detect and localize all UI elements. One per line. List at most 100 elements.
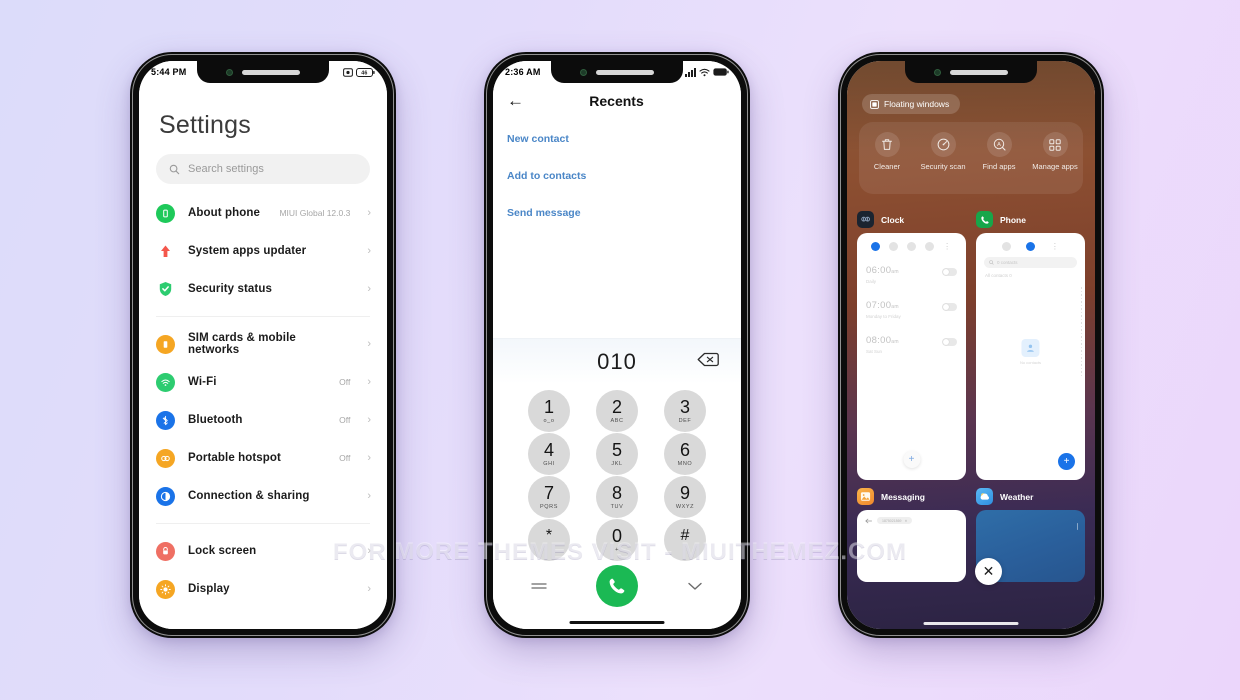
dialpad-key-8[interactable]: 8 TUV bbox=[596, 476, 638, 518]
contact-placeholder-icon bbox=[1021, 338, 1040, 357]
action-send-message[interactable]: Send message bbox=[507, 199, 727, 236]
notch bbox=[905, 61, 1037, 83]
close-all-button[interactable]: ✕ bbox=[975, 558, 1002, 585]
recent-card-clock[interactable]: Clock ⋮ 06:00am Daily 07:00am Monday to … bbox=[857, 211, 966, 480]
settings-row-display[interactable]: Display › bbox=[139, 570, 387, 608]
alarm-time: 07:00am bbox=[866, 300, 899, 311]
dialed-number-bar: 010 bbox=[493, 338, 741, 384]
messaging-app-icon bbox=[857, 488, 874, 505]
alphabet-index[interactable] bbox=[1080, 287, 1082, 377]
dialpad-key-2[interactable]: 2 ABC bbox=[596, 390, 638, 432]
card-preview-messaging[interactable]: 1875021869 ✕ bbox=[857, 510, 966, 582]
key-digit: 9 bbox=[679, 483, 690, 503]
settings-row-bluetooth[interactable]: Bluetooth Off › bbox=[139, 401, 387, 439]
add-contact-button[interactable]: + bbox=[1058, 453, 1075, 470]
tool-find-apps[interactable]: A Find apps bbox=[971, 132, 1027, 171]
dialer-actions: New contact Add to contacts Send message bbox=[493, 121, 741, 236]
tool-security-scan[interactable]: Security scan bbox=[915, 132, 971, 171]
call-icon bbox=[609, 578, 625, 594]
card-preview-clock[interactable]: ⋮ 06:00am Daily 07:00am Monday to Friday… bbox=[857, 233, 966, 480]
recent-cards-area: Clock ⋮ 06:00am Daily 07:00am Monday to … bbox=[857, 211, 1085, 629]
card-preview-phone[interactable]: ⋮ 0 contacts All contacts 0 No contacts bbox=[976, 233, 1085, 480]
card-app-name: Phone bbox=[1000, 214, 1026, 225]
recipient-chip[interactable]: 1875021869 ✕ bbox=[877, 517, 913, 524]
settings-row-about-phone[interactable]: About phone MIUI Global 12.0.3 › bbox=[139, 194, 387, 232]
settings-row-wifi[interactable]: Wi-Fi Off › bbox=[139, 363, 387, 401]
dialpad-key-7[interactable]: 7 PQRS bbox=[528, 476, 570, 518]
tab-timer bbox=[924, 242, 934, 251]
dialpad-key-1[interactable]: 1 o_o bbox=[528, 390, 570, 432]
tab-stopwatch bbox=[906, 242, 916, 251]
dialpad-key-5[interactable]: 5 JKL bbox=[596, 433, 638, 475]
hotspot-icon bbox=[156, 448, 175, 468]
dialpad-key-6[interactable]: 6 MNO bbox=[664, 433, 706, 475]
shield-check-icon bbox=[156, 280, 175, 299]
phone-mockup-recents: Floating windows Cleaner Security scan A… bbox=[838, 52, 1104, 638]
dialpad-key-3[interactable]: 3 DEF bbox=[664, 390, 706, 432]
connection-sharing-icon bbox=[156, 486, 175, 506]
home-indicator[interactable] bbox=[923, 621, 1019, 625]
dialer-header: ← Recents bbox=[493, 83, 741, 121]
chevron-right-icon: › bbox=[367, 376, 371, 388]
brightness-icon bbox=[156, 579, 175, 599]
alarm-toggle[interactable] bbox=[942, 338, 957, 346]
add-alarm-button[interactable]: + bbox=[903, 451, 920, 468]
divider bbox=[156, 523, 370, 524]
action-new-contact[interactable]: New contact bbox=[507, 125, 727, 162]
dialpad-key-hash[interactable]: # bbox=[664, 519, 706, 561]
card-header: Phone bbox=[976, 211, 1085, 228]
chevron-right-icon: › bbox=[367, 245, 371, 257]
call-button[interactable] bbox=[596, 565, 638, 607]
alarm-toggle[interactable] bbox=[942, 303, 957, 311]
settings-row-sim-cards[interactable]: SIM cards & mobile networks › bbox=[139, 325, 387, 363]
tool-cleaner[interactable]: Cleaner bbox=[859, 132, 915, 171]
key-digit: 3 bbox=[679, 397, 690, 417]
key-sub: + bbox=[615, 547, 619, 553]
settings-row-system-apps-updater[interactable]: System apps updater › bbox=[139, 232, 387, 270]
svg-text:A: A bbox=[997, 142, 1001, 148]
card-header: Messaging bbox=[857, 488, 966, 505]
key-sub: PQRS bbox=[540, 504, 558, 510]
settings-row-lock-screen[interactable]: Lock screen › bbox=[139, 532, 387, 570]
alarm-repeat: Monday to Friday bbox=[866, 314, 901, 319]
front-camera-icon bbox=[580, 68, 587, 76]
card-app-name: Weather bbox=[1000, 491, 1034, 502]
recent-card-messaging[interactable]: Messaging 1875021869 ✕ bbox=[857, 488, 966, 582]
alarm-toggle[interactable] bbox=[942, 268, 957, 276]
action-add-to-contacts[interactable]: Add to contacts bbox=[507, 162, 727, 199]
key-digit: 5 bbox=[611, 440, 622, 460]
backspace-icon[interactable] bbox=[697, 352, 719, 371]
tool-manage-apps[interactable]: Manage apps bbox=[1027, 132, 1083, 171]
alarm-repeat: Daily bbox=[866, 279, 877, 284]
settings-row-security-status[interactable]: Security status › bbox=[139, 270, 387, 308]
messaging-header: 1875021869 ✕ bbox=[857, 510, 966, 531]
chevron-down-icon[interactable] bbox=[687, 579, 703, 594]
key-digit: 1 bbox=[543, 397, 554, 417]
floating-windows-label: Floating windows bbox=[884, 99, 950, 109]
dialpad-key-0[interactable]: 0 + bbox=[596, 519, 638, 561]
keypad-menu-icon[interactable] bbox=[531, 579, 547, 594]
settings-row-connection-sharing[interactable]: Connection & sharing › bbox=[139, 477, 387, 515]
key-sub: WXYZ bbox=[675, 504, 695, 510]
overflow-menu-icon: ⋮ bbox=[1050, 242, 1059, 251]
dialpad-key-4[interactable]: 4 GHI bbox=[528, 433, 570, 475]
recent-card-phone[interactable]: Phone ⋮ 0 contacts All contacts 0 No con… bbox=[976, 211, 1085, 480]
dialpad-key-9[interactable]: 9 WXYZ bbox=[664, 476, 706, 518]
all-contacts-label: All contacts 0 bbox=[985, 273, 1012, 278]
settings-row-portable-hotspot[interactable]: Portable hotspot Off › bbox=[139, 439, 387, 477]
back-arrow-icon[interactable]: ← bbox=[507, 92, 524, 109]
settings-row-value: Off bbox=[339, 415, 351, 425]
bluetooth-icon bbox=[156, 410, 175, 430]
search-placeholder: Search settings bbox=[188, 163, 264, 175]
settings-row-value: MIUI Global 12.0.3 bbox=[279, 208, 351, 218]
contacts-search-input[interactable]: 0 contacts bbox=[984, 257, 1077, 268]
dialpad-key-star[interactable]: * bbox=[528, 519, 570, 561]
card-header: Weather bbox=[976, 488, 1085, 505]
search-input[interactable]: Search settings bbox=[156, 154, 370, 184]
close-icon[interactable]: ✕ bbox=[904, 519, 907, 523]
home-indicator[interactable] bbox=[569, 620, 665, 624]
floating-windows-button[interactable]: Floating windows bbox=[862, 94, 961, 114]
alarm-info: 07:00am Monday to Friday bbox=[866, 295, 901, 319]
chevron-right-icon: › bbox=[367, 490, 371, 502]
alarm-time: 06:00am bbox=[866, 265, 899, 276]
